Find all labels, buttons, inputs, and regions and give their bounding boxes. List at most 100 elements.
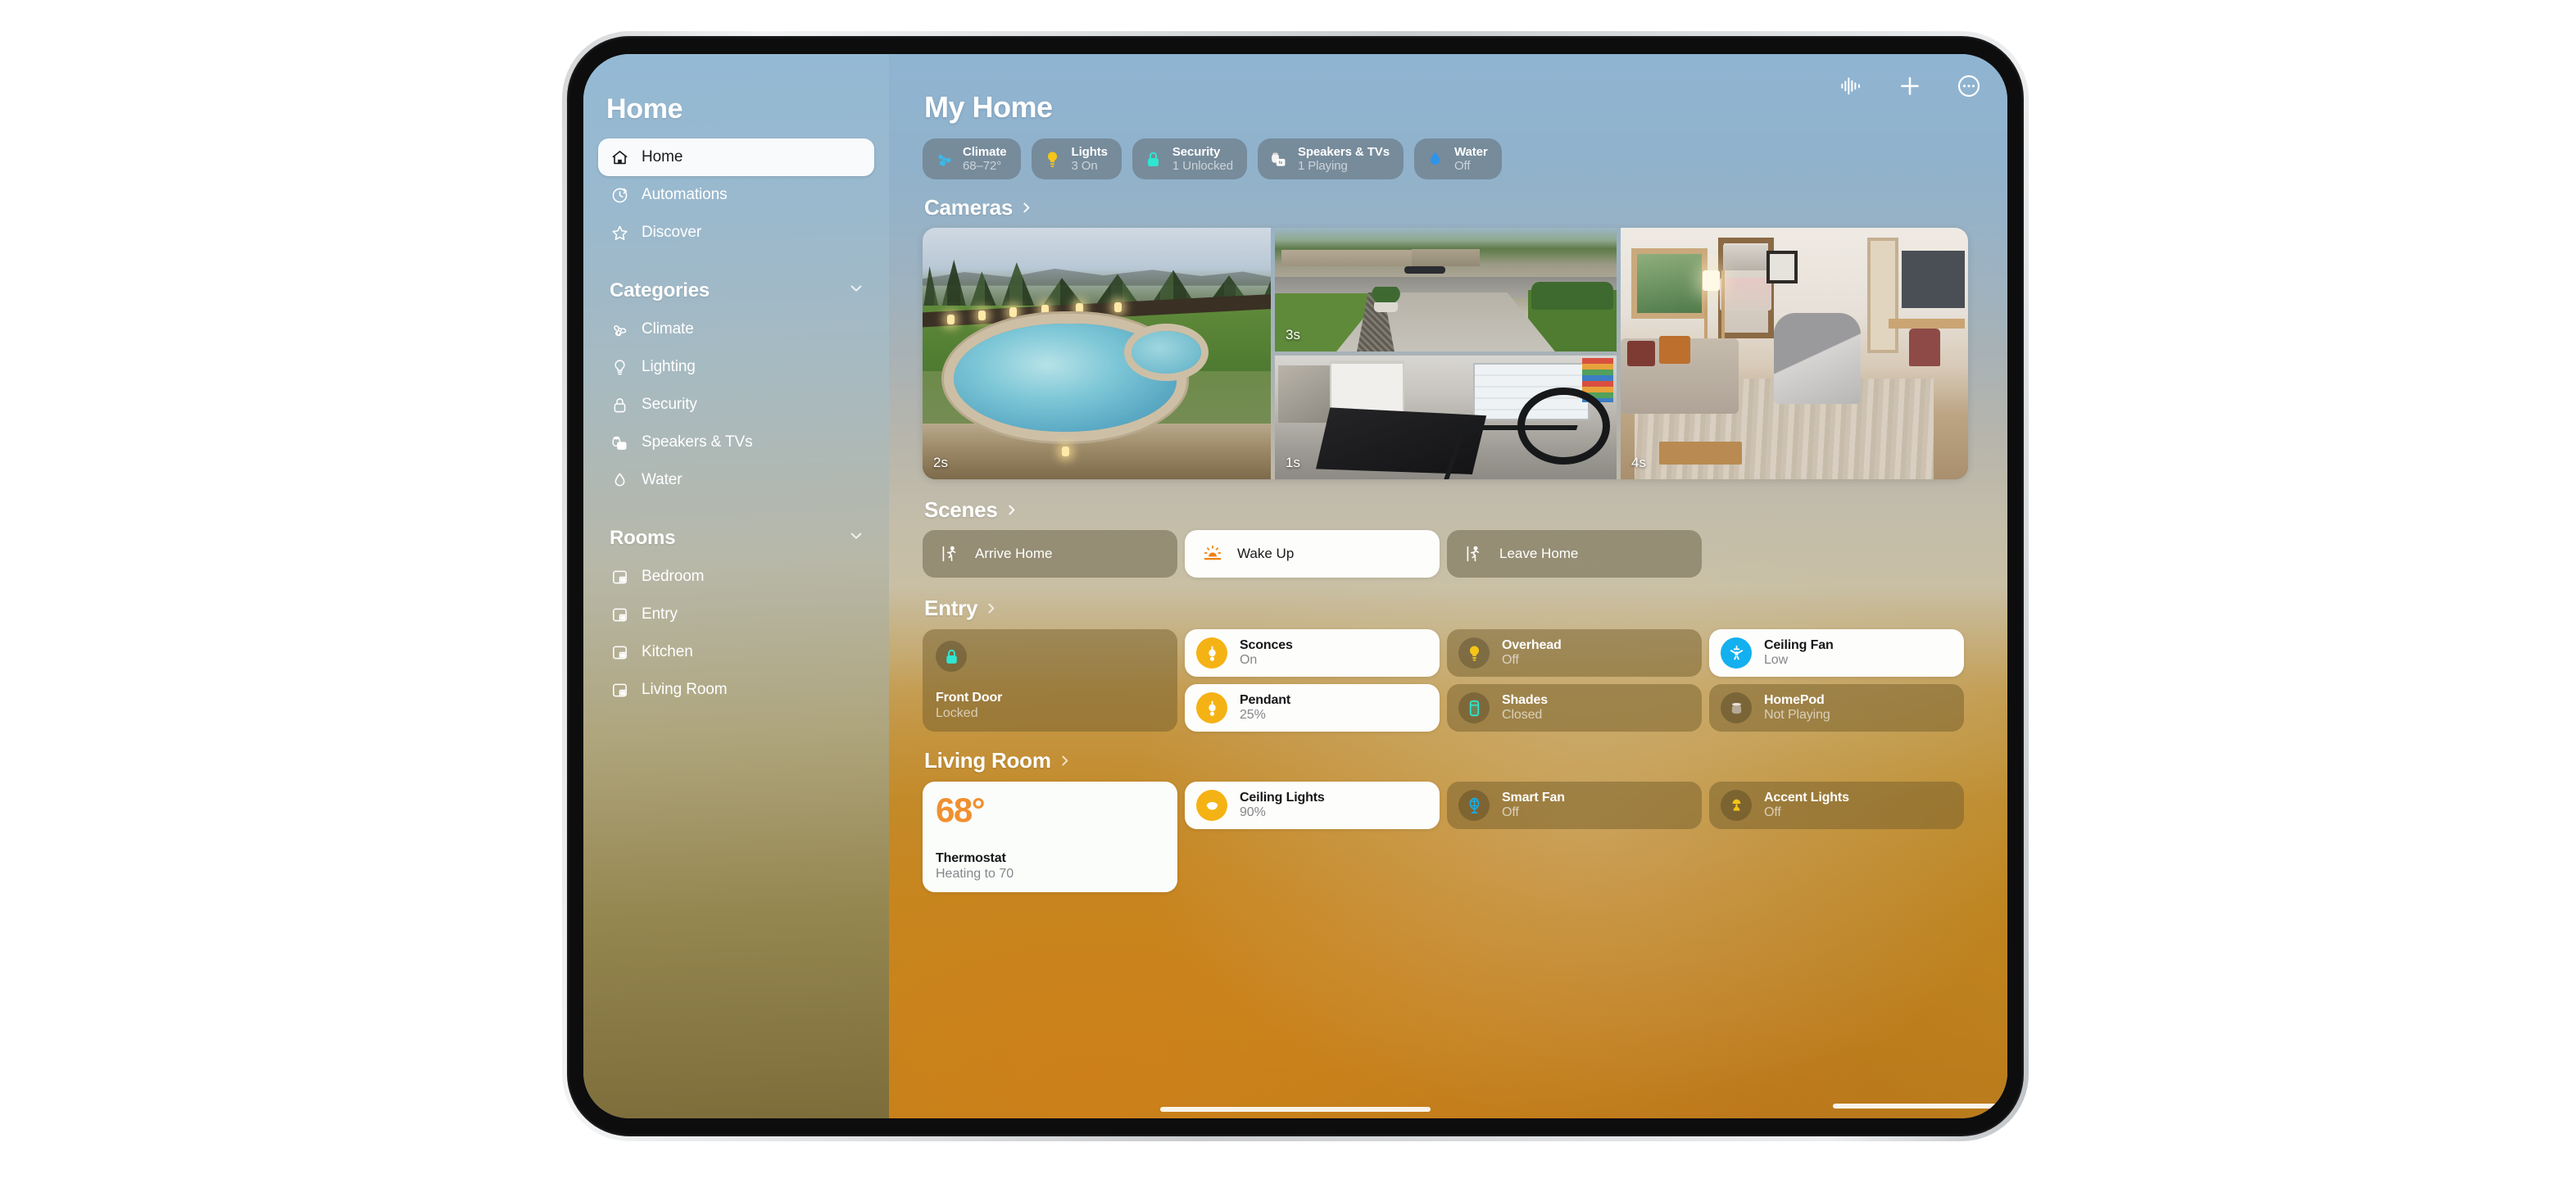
bulb-icon xyxy=(1042,148,1064,170)
clock-arrow-icon xyxy=(610,185,629,205)
horizontal-scrollbar[interactable] xyxy=(1833,1104,2007,1109)
status-pill-subtitle: 1 Playing xyxy=(1297,159,1348,173)
sidebar-item-automations[interactable]: Automations xyxy=(598,176,874,214)
accessory-status: 25% xyxy=(1240,708,1266,722)
ipad-screen: Home Home Automations Discover Categorie… xyxy=(583,54,2007,1118)
status-pill-security[interactable]: Security 1 Unlocked xyxy=(1132,138,1247,179)
sidebar-item-living-room[interactable]: Living Room xyxy=(598,671,874,709)
sidebar-categories-header[interactable]: Categories xyxy=(610,279,864,302)
accessory-status: Heating to 70 xyxy=(936,867,1014,882)
status-pill-title: Security xyxy=(1172,144,1221,159)
accessory-title: Front Door xyxy=(936,691,1003,705)
accessory-tile-front-door[interactable]: Front Door Locked xyxy=(923,629,1177,732)
camera-tile-backyard-pool[interactable]: 2s xyxy=(923,228,1271,479)
camera-grid: 2s 3s 1s 4s xyxy=(923,228,1968,479)
sidebar-item-discover[interactable]: Discover xyxy=(598,214,874,252)
sidebar-item-label: Lighting xyxy=(642,358,696,375)
main-content: My Home Climate 68–72° Lights 3 On Secur… xyxy=(889,54,2007,1118)
accessory-status: Closed xyxy=(1502,708,1543,722)
living-room-section-header[interactable]: Living Room xyxy=(924,748,2007,773)
accessory-title: Smart Fan xyxy=(1502,790,1565,805)
water-drop-icon xyxy=(610,470,629,490)
sidebar-item-label: Bedroom xyxy=(642,568,705,585)
camera-tile-living-room[interactable]: 4s xyxy=(1621,228,1968,479)
scene-label: Wake Up xyxy=(1237,546,1295,561)
sidebar-item-label: Automations xyxy=(642,186,728,203)
accessory-status: Low xyxy=(1764,653,1789,667)
living-room-accessory-grid: 68° Thermostat Heating to 70 Ceiling Lig… xyxy=(923,782,2007,892)
scene-leave-home[interactable]: Leave Home xyxy=(1447,530,1702,578)
accessory-tile-ceiling-lights[interactable]: Ceiling Lights 90% xyxy=(1185,782,1440,829)
accessory-tile-pendant[interactable]: Pendant 25% xyxy=(1185,684,1440,732)
sidebar-item-home[interactable]: Home xyxy=(598,138,874,176)
accessory-tile-accent-lights[interactable]: Accent Lights Off xyxy=(1709,782,1964,829)
accessory-tile-sconces[interactable]: Sconces On xyxy=(1185,629,1440,677)
status-pill-speakers-tvs[interactable]: tv Speakers & TVs 1 Playing xyxy=(1257,138,1404,179)
sidebar-item-climate[interactable]: Climate xyxy=(598,311,874,348)
chevron-down-icon[interactable] xyxy=(848,279,864,302)
camera-tile-front-driveway[interactable]: 3s xyxy=(1275,228,1617,351)
camera-tile-garage[interactable]: 1s xyxy=(1275,356,1617,479)
figure-walk-leave-icon xyxy=(1464,544,1485,564)
status-pill-water[interactable]: Water Off xyxy=(1413,138,1502,179)
accessory-title: Accent Lights xyxy=(1764,790,1849,805)
plus-icon[interactable] xyxy=(1896,72,1924,100)
sidebar-item-speakers-tvs[interactable]: tv Speakers & TVs xyxy=(598,424,874,461)
bulb-icon xyxy=(610,357,629,377)
scene-wake-up[interactable]: Wake Up xyxy=(1185,530,1440,578)
speaker-tv-icon: tv xyxy=(1268,148,1290,170)
status-pill-row: Climate 68–72° Lights 3 On Security 1 Un… xyxy=(923,138,2007,179)
accessory-tile-thermostat[interactable]: 68° Thermostat Heating to 70 xyxy=(923,782,1177,892)
cameras-section-header[interactable]: Cameras xyxy=(924,195,2007,220)
entry-section-header[interactable]: Entry xyxy=(924,596,2007,621)
accessory-status: Not Playing xyxy=(1764,708,1830,722)
accessory-title: HomePod xyxy=(1764,692,1825,707)
sidebar-item-entry[interactable]: Entry xyxy=(598,596,874,633)
sidebar-item-label: Discover xyxy=(642,224,702,241)
status-pill-title: Speakers & TVs xyxy=(1297,144,1390,159)
pedestal-fan-icon xyxy=(1458,790,1490,821)
sidebar-item-kitchen[interactable]: Kitchen xyxy=(598,633,874,671)
sidebar-item-label: Entry xyxy=(642,605,678,623)
accessory-tile-overhead[interactable]: Overhead Off xyxy=(1447,629,1702,677)
accessory-tile-homepod[interactable]: HomePod Not Playing xyxy=(1709,684,1964,732)
sidebar-item-label: Living Room xyxy=(642,681,728,698)
status-pill-climate[interactable]: Climate 68–72° xyxy=(923,138,1021,179)
sidebar-item-bedroom[interactable]: Bedroom xyxy=(598,558,874,596)
accessory-title: Thermostat xyxy=(936,851,1006,866)
sidebar-item-label: Water xyxy=(642,471,683,488)
accessory-title: Sconces xyxy=(1240,637,1293,652)
accessory-status: On xyxy=(1240,653,1258,667)
house-icon xyxy=(610,147,629,167)
scenes-section-label: Scenes xyxy=(924,497,998,522)
sidebar-rooms-header[interactable]: Rooms xyxy=(610,527,864,550)
ellipsis-circle-icon[interactable] xyxy=(1955,72,1983,100)
accessory-tile-ceiling-fan[interactable]: Ceiling Fan Low xyxy=(1709,629,1964,677)
chevron-right-icon xyxy=(1019,195,1033,220)
waveform-icon[interactable] xyxy=(1837,72,1865,100)
room-icon xyxy=(610,642,629,662)
sidebar-item-security[interactable]: Security xyxy=(598,386,874,424)
status-pill-subtitle: 3 On xyxy=(1071,159,1098,173)
homepod-icon xyxy=(1721,692,1752,723)
sidebar-item-label: Home xyxy=(642,148,683,165)
scene-arrive-home[interactable]: Arrive Home xyxy=(923,530,1177,578)
home-indicator[interactable] xyxy=(1160,1107,1431,1112)
chevron-right-icon xyxy=(984,596,998,621)
sunrise-icon xyxy=(1202,544,1222,564)
accessory-title: Pendant xyxy=(1240,692,1291,707)
sidebar-item-water[interactable]: Water xyxy=(598,461,874,499)
lock-icon xyxy=(610,395,629,415)
chevron-down-icon[interactable] xyxy=(848,527,864,550)
status-pill-lights[interactable]: Lights 3 On xyxy=(1031,138,1122,179)
camera-column-middle: 3s 1s xyxy=(1275,228,1617,479)
accessory-status: Locked xyxy=(936,706,978,721)
speaker-tv-icon: tv xyxy=(610,433,629,452)
sidebar-title: Home xyxy=(606,93,683,125)
sidebar-item-lighting[interactable]: Lighting xyxy=(598,348,874,386)
scenes-section-header[interactable]: Scenes xyxy=(924,497,2007,523)
accessory-status: 90% xyxy=(1240,805,1266,819)
accessory-tile-shades[interactable]: Shades Closed xyxy=(1447,684,1702,732)
accessory-status: Off xyxy=(1502,805,1519,819)
accessory-tile-smart-fan[interactable]: Smart Fan Off xyxy=(1447,782,1702,829)
